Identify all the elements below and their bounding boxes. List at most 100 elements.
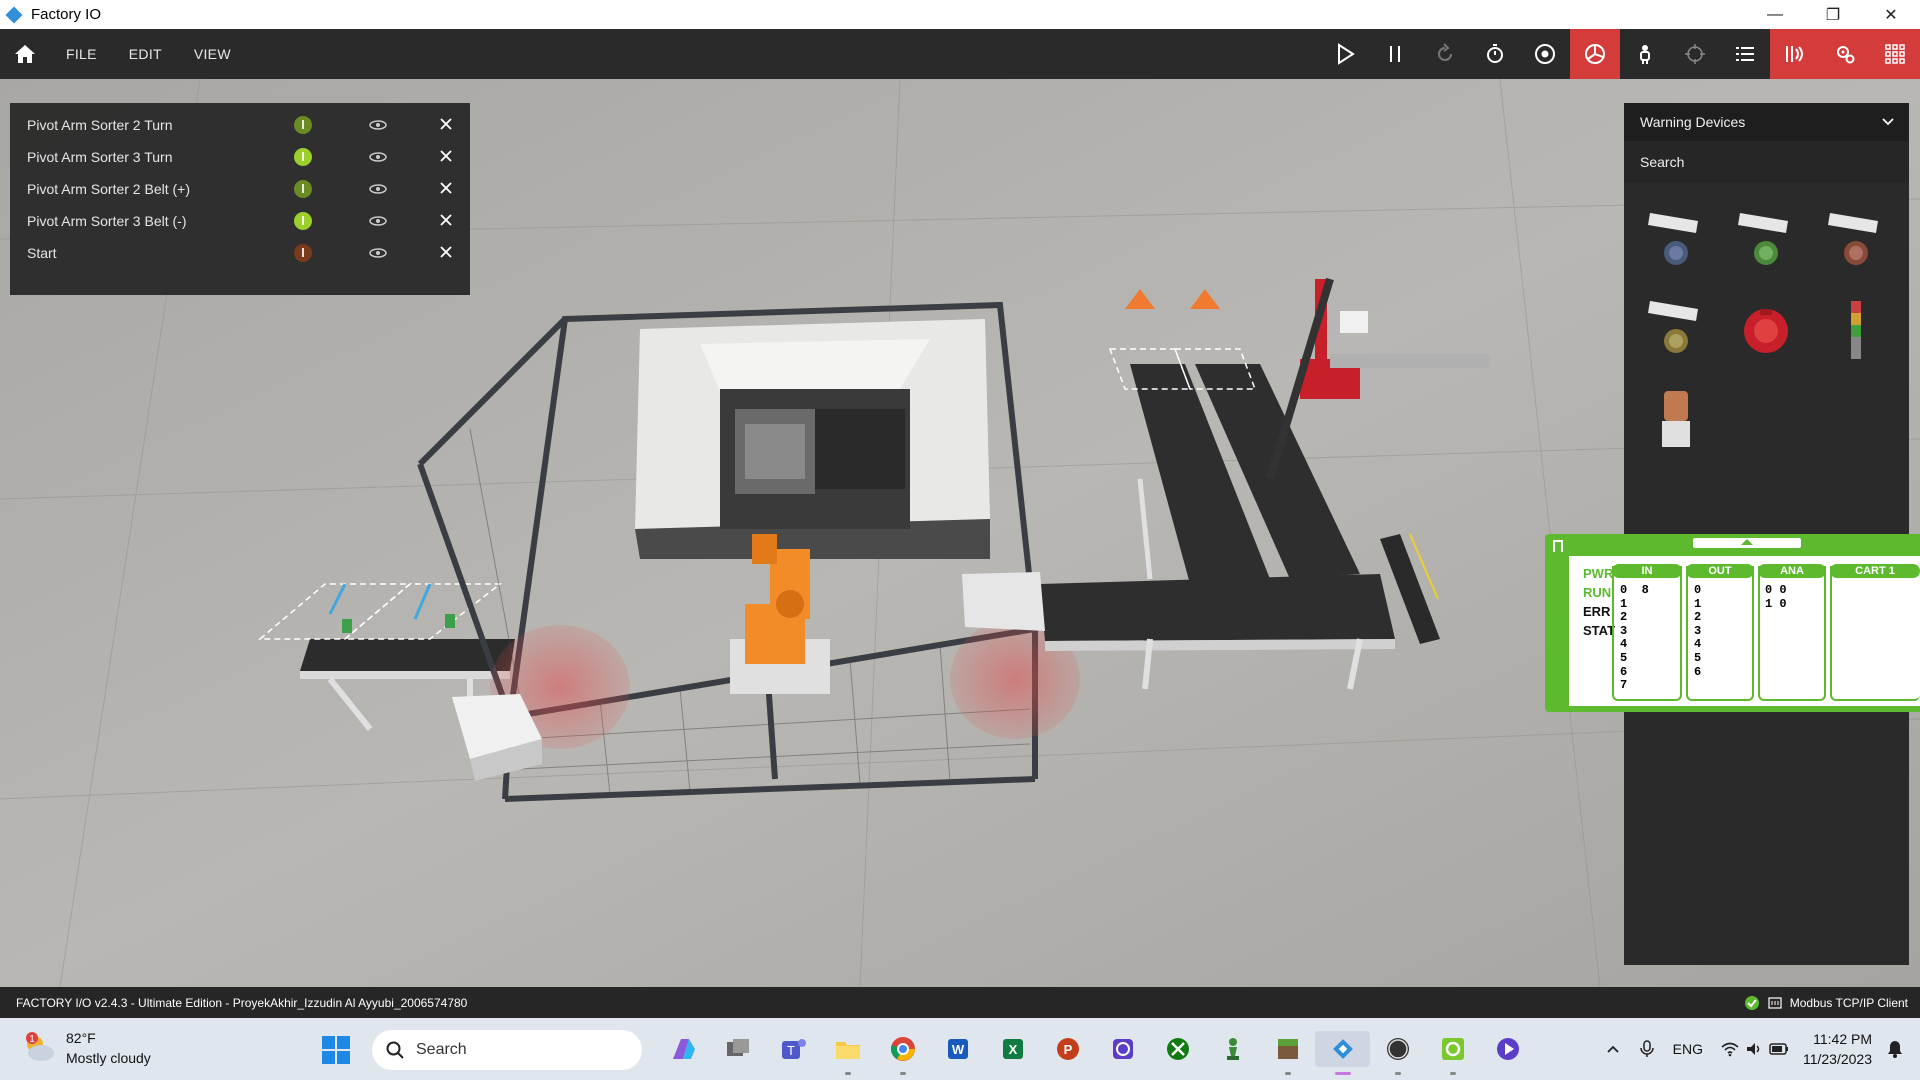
- palette-category-dropdown[interactable]: Warning Devices: [1624, 103, 1909, 141]
- status-err: ERR: [1583, 604, 1611, 619]
- driver-button[interactable]: [1770, 29, 1820, 79]
- taskbar-app[interactable]: [1260, 1031, 1315, 1075]
- weather-widget[interactable]: 1 82°F Mostly cloudy: [22, 1028, 151, 1068]
- tag-remove-icon[interactable]: [439, 181, 453, 195]
- taskbar-app[interactable]: [655, 1031, 710, 1067]
- palette-item-light-indicator-blue[interactable]: [1636, 203, 1716, 283]
- close-button[interactable]: ✕: [1862, 0, 1920, 29]
- battery-icon[interactable]: [1769, 1042, 1789, 1056]
- taskbar-app[interactable]: [1370, 1031, 1425, 1075]
- tag-state-led[interactable]: [294, 212, 312, 230]
- taskbar-app[interactable]: [1315, 1031, 1370, 1075]
- palette-item-light-indicator-yellow[interactable]: [1636, 291, 1716, 371]
- minecraft-icon: [1277, 1039, 1298, 1059]
- restore-button[interactable]: ❐: [1804, 0, 1862, 29]
- taskbar-search[interactable]: Search: [372, 1030, 642, 1070]
- taskbar-app[interactable]: [1425, 1031, 1480, 1075]
- tag-state-led[interactable]: [294, 180, 312, 198]
- taskbar-app[interactable]: [1150, 1031, 1205, 1067]
- tag-view-icon[interactable]: [368, 149, 388, 165]
- factory-io-logo-icon: [5, 6, 23, 24]
- start-button[interactable]: [322, 1036, 350, 1069]
- palette-button[interactable]: [1870, 29, 1920, 79]
- pause-icon: [1390, 46, 1400, 62]
- clock-date: 11/23/2023: [1802, 1051, 1872, 1067]
- volume-icon[interactable]: [1745, 1041, 1763, 1057]
- reset-icon: [1438, 43, 1452, 61]
- tag-list-button[interactable]: [1720, 29, 1770, 79]
- light-indicator-red-icon: [1828, 213, 1878, 265]
- palette-item-siren[interactable]: [1726, 291, 1806, 371]
- driver-name[interactable]: Modbus TCP/IP Client: [1790, 996, 1908, 1010]
- taskbar-app[interactable]: [1205, 1031, 1260, 1067]
- palette-item-warning-light[interactable]: [1636, 379, 1716, 459]
- language-indicator[interactable]: ENG: [1673, 1041, 1703, 1057]
- taskbar-app[interactable]: [710, 1031, 765, 1067]
- clock[interactable]: 11:42 PM 11/23/2023: [1803, 1029, 1872, 1069]
- tag-remove-icon[interactable]: [439, 149, 453, 163]
- tag-row: Pivot Arm Sorter 2 Belt (+): [10, 173, 470, 205]
- collapse-handle[interactable]: [1693, 538, 1801, 548]
- taskbar-app[interactable]: [820, 1031, 875, 1075]
- xbox-icon: [1166, 1038, 1189, 1060]
- play-button[interactable]: [1320, 29, 1370, 79]
- cloud-sun-icon: 1: [26, 1032, 54, 1061]
- crosshair-button[interactable]: [1670, 29, 1720, 79]
- tag-view-icon[interactable]: [368, 181, 388, 197]
- palette-item-light-indicator-green[interactable]: [1726, 203, 1806, 283]
- weather-badge: 1: [29, 1034, 35, 1045]
- tag-remove-icon[interactable]: [439, 117, 453, 131]
- tag-remove-icon[interactable]: [439, 213, 453, 227]
- media-player-icon: [1496, 1038, 1519, 1060]
- minimize-button[interactable]: —: [1746, 0, 1804, 29]
- taskbar-app[interactable]: X: [985, 1031, 1040, 1067]
- camera-orbit-icon: [1535, 44, 1555, 64]
- tag-state-led[interactable]: [294, 244, 312, 262]
- menu-view[interactable]: VIEW: [194, 46, 231, 62]
- taskbar-app[interactable]: [1480, 1031, 1535, 1067]
- teams-icon: T: [781, 1039, 806, 1059]
- pin-icon[interactable]: [1553, 540, 1563, 552]
- taskbar-app[interactable]: [1095, 1031, 1150, 1067]
- settings-button[interactable]: [1820, 29, 1870, 79]
- tag-view-icon[interactable]: [368, 117, 388, 133]
- tag-view-icon[interactable]: [368, 245, 388, 261]
- machining-center: [635, 319, 990, 559]
- system-tray: ENG 11:42 PM 11/23/2023: [1605, 1018, 1904, 1080]
- palette-item-light-indicator-red[interactable]: [1816, 203, 1896, 283]
- home-button[interactable]: [0, 29, 50, 79]
- taskbar-search-label: Search: [416, 1041, 467, 1058]
- tag-remove-icon[interactable]: [439, 245, 453, 259]
- light-indicator-green-icon: [1738, 213, 1788, 265]
- menu-edit[interactable]: EDIT: [129, 46, 162, 62]
- powerpoint-icon: P: [1056, 1038, 1079, 1060]
- chrome-icon: [890, 1037, 915, 1061]
- plc-ana-data: 0 0 1 0: [1765, 583, 1787, 611]
- timer-button[interactable]: [1470, 29, 1520, 79]
- taskbar-app[interactable]: W: [930, 1031, 985, 1067]
- plc-panel[interactable]: TM221CE16R PWR RUN ERR STAT IN 0 8 1 2 3…: [1545, 534, 1920, 712]
- first-person-button[interactable]: [1620, 29, 1670, 79]
- warning-light-icon: [1662, 391, 1690, 447]
- menu-file[interactable]: FILE: [66, 46, 97, 62]
- taskbar-app[interactable]: T: [765, 1031, 820, 1067]
- tag-view-icon[interactable]: [368, 213, 388, 229]
- taskbar-app[interactable]: P: [1040, 1031, 1095, 1067]
- windows-icon: [322, 1036, 350, 1064]
- notification-bell-icon[interactable]: [1886, 1039, 1904, 1059]
- menu-bar: FILE EDIT VIEW: [0, 29, 1920, 79]
- wifi-icon[interactable]: [1721, 1041, 1739, 1057]
- camera-orbit-button[interactable]: [1520, 29, 1570, 79]
- svg-text:W: W: [951, 1042, 964, 1057]
- palette-item-stack-light[interactable]: [1816, 291, 1896, 371]
- microphone-icon[interactable]: [1639, 1040, 1655, 1058]
- taskbar-app[interactable]: [875, 1031, 930, 1075]
- reset-button[interactable]: [1420, 29, 1470, 79]
- messenger-icon: [1112, 1039, 1133, 1059]
- pause-button[interactable]: [1370, 29, 1420, 79]
- chevron-up-icon[interactable]: [1605, 1041, 1621, 1057]
- sensor-view-button[interactable]: [1570, 29, 1620, 79]
- tag-state-led[interactable]: [294, 148, 312, 166]
- palette-search[interactable]: Search: [1624, 141, 1909, 183]
- tag-state-led[interactable]: [294, 116, 312, 134]
